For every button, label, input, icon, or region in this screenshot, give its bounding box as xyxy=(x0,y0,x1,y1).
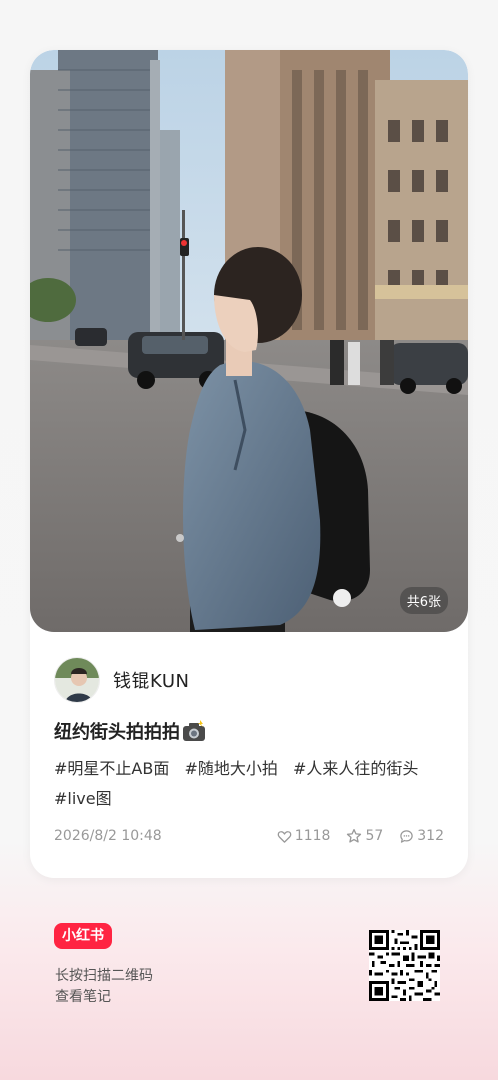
note-card: 共6张 钱锟KUN 纽约街头拍拍拍 #明星不止AB面 #随地大小拍 #人来人往的… xyxy=(30,50,468,878)
qr-code[interactable] xyxy=(369,930,440,1001)
cover-photo[interactable]: 共6张 xyxy=(30,50,468,632)
xiaohongshu-logo: 小红书 xyxy=(54,923,112,949)
like-count: 1118 xyxy=(294,828,331,844)
post-title-text: 纽约街头拍拍拍 xyxy=(54,722,180,743)
star-icon xyxy=(347,829,362,843)
hashtag[interactable]: #人来人往的街头 xyxy=(293,759,418,778)
favorite-count: 57 xyxy=(365,828,384,844)
comment-stat[interactable]: 312 xyxy=(399,828,444,844)
favorite-stat[interactable]: 57 xyxy=(346,828,383,844)
author-name[interactable]: 钱锟KUN xyxy=(113,667,189,693)
camera-flash-icon xyxy=(183,720,205,741)
post-title: 纽约街头拍拍拍 xyxy=(54,718,206,744)
avatar-image xyxy=(55,658,99,702)
hashtag[interactable]: #随地大小拍 xyxy=(184,759,277,778)
engagement-stats: 1118 57 312 xyxy=(277,828,444,844)
heart-icon xyxy=(277,830,292,843)
hashtag[interactable]: #明星不止AB面 xyxy=(54,759,169,778)
hashtag[interactable]: #live图 xyxy=(54,789,112,808)
scan-hint: 长按扫描二维码 查看笔记 xyxy=(55,966,153,1008)
avatar[interactable] xyxy=(54,657,100,703)
scan-hint-line1: 长按扫描二维码 xyxy=(55,968,153,984)
scan-hint-line2: 查看笔记 xyxy=(55,989,111,1005)
like-stat[interactable]: 1118 xyxy=(277,828,331,844)
author-info[interactable]: 钱锟KUN xyxy=(54,657,189,703)
image-count-badge: 共6张 xyxy=(399,587,448,614)
comment-count: 312 xyxy=(417,828,444,844)
comment-icon xyxy=(400,829,414,843)
hashtag-list: #明星不止AB面 #随地大小拍 #人来人往的街头 #live图 xyxy=(54,754,444,814)
post-meta: 2026/8/2 10:48 1118 57 312 xyxy=(54,828,444,844)
street-photo-image xyxy=(30,50,468,632)
post-date: 2026/8/2 10:48 xyxy=(54,828,162,844)
